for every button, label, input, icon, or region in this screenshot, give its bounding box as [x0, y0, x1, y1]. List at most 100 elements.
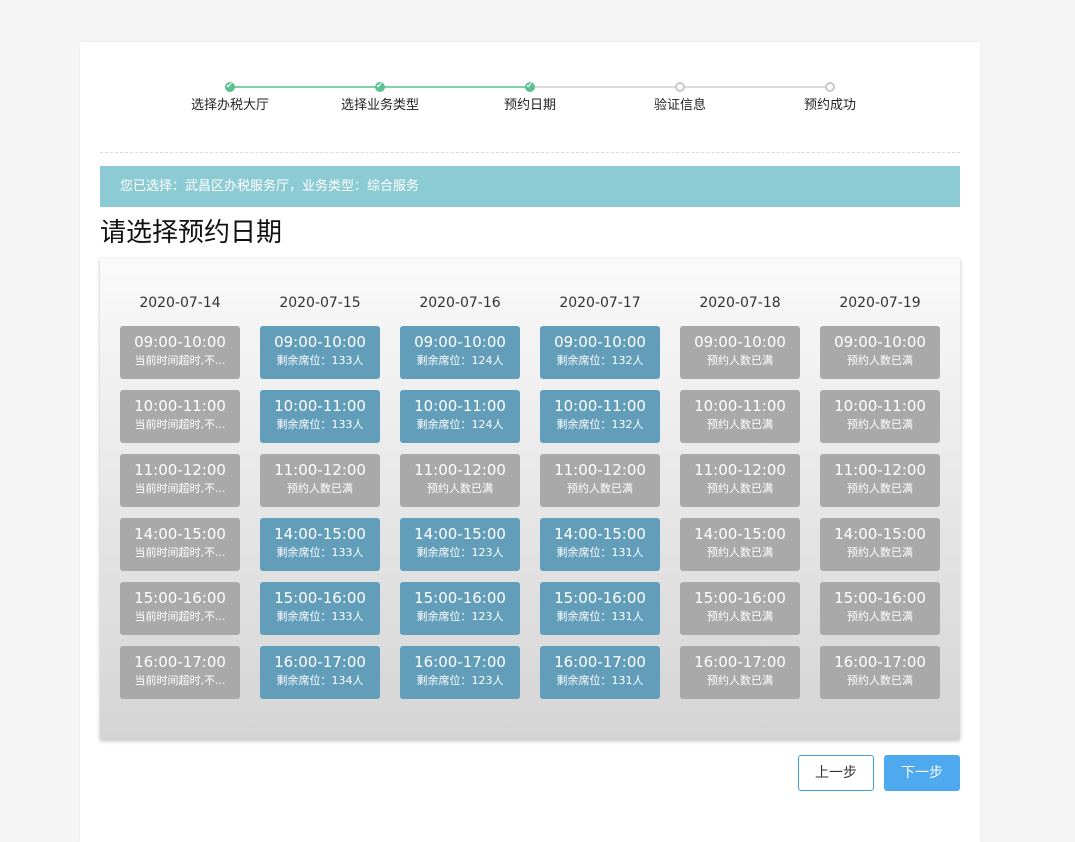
time-slot-available[interactable]: 10:00-11:00 剩余席位：132人 [540, 390, 660, 443]
slot-time: 11:00-12:00 [414, 461, 506, 479]
slot-time: 16:00-17:00 [134, 653, 226, 671]
time-slot-unavailable[interactable]: 10:00-11:00 预约人数已满 [820, 390, 940, 443]
time-slot-unavailable[interactable]: 11:00-12:00 预约人数已满 [820, 454, 940, 507]
slot-time: 10:00-11:00 [554, 397, 646, 415]
time-slot-unavailable[interactable]: 16:00-17:00 预约人数已满 [680, 646, 800, 699]
slot-time: 11:00-12:00 [274, 461, 366, 479]
slot-info: 剩余席位：124人 [416, 418, 504, 431]
slot-info: 剩余席位：132人 [556, 418, 644, 431]
time-slot-available[interactable]: 10:00-11:00 剩余席位：124人 [400, 390, 520, 443]
date-header: 2020-07-19 [839, 295, 921, 311]
slot-info: 剩余席位：123人 [416, 546, 504, 559]
time-slot-available[interactable]: 15:00-16:00 剩余席位：133人 [260, 582, 380, 635]
time-slot-unavailable[interactable]: 14:00-15:00 预约人数已满 [680, 518, 800, 571]
slot-time: 09:00-10:00 [274, 333, 366, 351]
slot-info: 预约人数已满 [707, 354, 773, 367]
slot-info: 当前时间超时,不... [134, 610, 226, 623]
time-slot-unavailable[interactable]: 15:00-16:00 预约人数已满 [820, 582, 940, 635]
slot-time: 14:00-15:00 [414, 525, 506, 543]
slot-info: 剩余席位：133人 [276, 546, 364, 559]
date-header: 2020-07-14 [139, 295, 221, 311]
time-slot-available[interactable]: 14:00-15:00 剩余席位：131人 [540, 518, 660, 571]
time-slot-unavailable[interactable]: 11:00-12:00 预约人数已满 [400, 454, 520, 507]
slot-time: 15:00-16:00 [274, 589, 366, 607]
slot-info: 预约人数已满 [287, 482, 353, 495]
slot-info: 预约人数已满 [427, 482, 493, 495]
step-check-icon: ✔ [225, 81, 235, 92]
slot-info: 预约人数已满 [707, 610, 773, 623]
time-slot-available[interactable]: 14:00-15:00 剩余席位：133人 [260, 518, 380, 571]
time-slot-available[interactable]: 09:00-10:00 剩余席位：124人 [400, 326, 520, 379]
slot-info: 预约人数已满 [707, 546, 773, 559]
previous-step-button[interactable]: 上一步 [798, 755, 874, 791]
time-slot-available[interactable]: 16:00-17:00 剩余席位：123人 [400, 646, 520, 699]
slot-time: 09:00-10:00 [834, 333, 926, 351]
slot-info: 剩余席位：124人 [416, 354, 504, 367]
time-slot-unavailable[interactable]: 11:00-12:00 预约人数已满 [260, 454, 380, 507]
step-label: 选择业务类型 [340, 98, 419, 113]
time-slot-available[interactable]: 15:00-16:00 剩余席位：123人 [400, 582, 520, 635]
slot-info: 剩余席位：133人 [276, 610, 364, 623]
next-step-button[interactable]: 下一步 [884, 755, 960, 791]
time-slot-available[interactable]: 15:00-16:00 剩余席位：131人 [540, 582, 660, 635]
date-header: 2020-07-18 [699, 295, 781, 311]
slot-time: 09:00-10:00 [134, 333, 226, 351]
time-slot-unavailable[interactable]: 11:00-12:00 预约人数已满 [540, 454, 660, 507]
slot-time: 11:00-12:00 [834, 461, 926, 479]
slot-info: 当前时间超时,不... [134, 354, 226, 367]
slot-time: 10:00-11:00 [414, 397, 506, 415]
slot-time: 16:00-17:00 [414, 653, 506, 671]
progress-stepper: ✔ 选择办税大厅 ✔ 选择业务类型 ✔ 预约日期 验证信息 预约成功 [80, 42, 980, 122]
date-header: 2020-07-15 [279, 295, 361, 311]
time-slot-unavailable[interactable]: 14:00-15:00 预约人数已满 [820, 518, 940, 571]
slot-info: 剩余席位：134人 [276, 674, 364, 687]
time-slot-available[interactable]: 16:00-17:00 剩余席位：131人 [540, 646, 660, 699]
slot-info: 剩余席位：131人 [556, 610, 644, 623]
step-label: 预约成功 [803, 98, 856, 113]
time-slot-unavailable[interactable]: 09:00-10:00 预约人数已满 [680, 326, 800, 379]
time-slot-unavailable[interactable]: 10:00-11:00 当前时间超时,不... [120, 390, 240, 443]
time-slot-unavailable[interactable]: 09:00-10:00 预约人数已满 [820, 326, 940, 379]
step-pending-icon [675, 82, 685, 92]
slot-info: 预约人数已满 [707, 418, 773, 431]
time-slot-available[interactable]: 09:00-10:00 剩余席位：132人 [540, 326, 660, 379]
slot-info: 预约人数已满 [847, 354, 913, 367]
time-slot-unavailable[interactable]: 11:00-12:00 当前时间超时,不... [120, 454, 240, 507]
time-slot-available[interactable]: 10:00-11:00 剩余席位：133人 [260, 390, 380, 443]
slot-info: 预约人数已满 [847, 674, 913, 687]
page-title: 请选择预约日期 [100, 218, 283, 248]
time-slot-unavailable[interactable]: 14:00-15:00 当前时间超时,不... [120, 518, 240, 571]
divider [100, 152, 960, 153]
slot-info: 剩余席位：131人 [556, 674, 644, 687]
step-connector [530, 86, 680, 88]
time-slot-available[interactable]: 16:00-17:00 剩余席位：134人 [260, 646, 380, 699]
time-slot-available[interactable]: 14:00-15:00 剩余席位：123人 [400, 518, 520, 571]
slot-time: 11:00-12:00 [554, 461, 646, 479]
time-slot-unavailable[interactable]: 09:00-10:00 当前时间超时,不... [120, 326, 240, 379]
time-slot-unavailable[interactable]: 15:00-16:00 当前时间超时,不... [120, 582, 240, 635]
slot-time: 15:00-16:00 [414, 589, 506, 607]
appointment-card: ✔ 选择办税大厅 ✔ 选择业务类型 ✔ 预约日期 验证信息 预约成功 您已选择：武昌区办税服务… [80, 42, 980, 842]
time-slot-unavailable[interactable]: 16:00-17:00 预约人数已满 [820, 646, 940, 699]
slot-time: 09:00-10:00 [694, 333, 786, 351]
slot-info: 预约人数已满 [847, 610, 913, 623]
slot-time: 16:00-17:00 [554, 653, 646, 671]
slot-time: 11:00-12:00 [694, 461, 786, 479]
slot-time: 14:00-15:00 [694, 525, 786, 543]
slot-time: 16:00-17:00 [834, 653, 926, 671]
step-connector [230, 86, 380, 88]
slot-time: 15:00-16:00 [694, 589, 786, 607]
slot-info: 剩余席位：123人 [416, 610, 504, 623]
slot-time: 09:00-10:00 [414, 333, 506, 351]
time-slot-unavailable[interactable]: 15:00-16:00 预约人数已满 [680, 582, 800, 635]
time-slot-unavailable[interactable]: 16:00-17:00 当前时间超时,不... [120, 646, 240, 699]
time-slot-unavailable[interactable]: 10:00-11:00 预约人数已满 [680, 390, 800, 443]
slot-time: 11:00-12:00 [134, 461, 226, 479]
slot-info: 预约人数已满 [707, 482, 773, 495]
time-slot-unavailable[interactable]: 11:00-12:00 预约人数已满 [680, 454, 800, 507]
slot-info: 预约人数已满 [847, 546, 913, 559]
time-slot-available[interactable]: 09:00-10:00 剩余席位：133人 [260, 326, 380, 379]
slot-time: 10:00-11:00 [834, 397, 926, 415]
slot-time: 15:00-16:00 [834, 589, 926, 607]
slot-time: 14:00-15:00 [134, 525, 226, 543]
